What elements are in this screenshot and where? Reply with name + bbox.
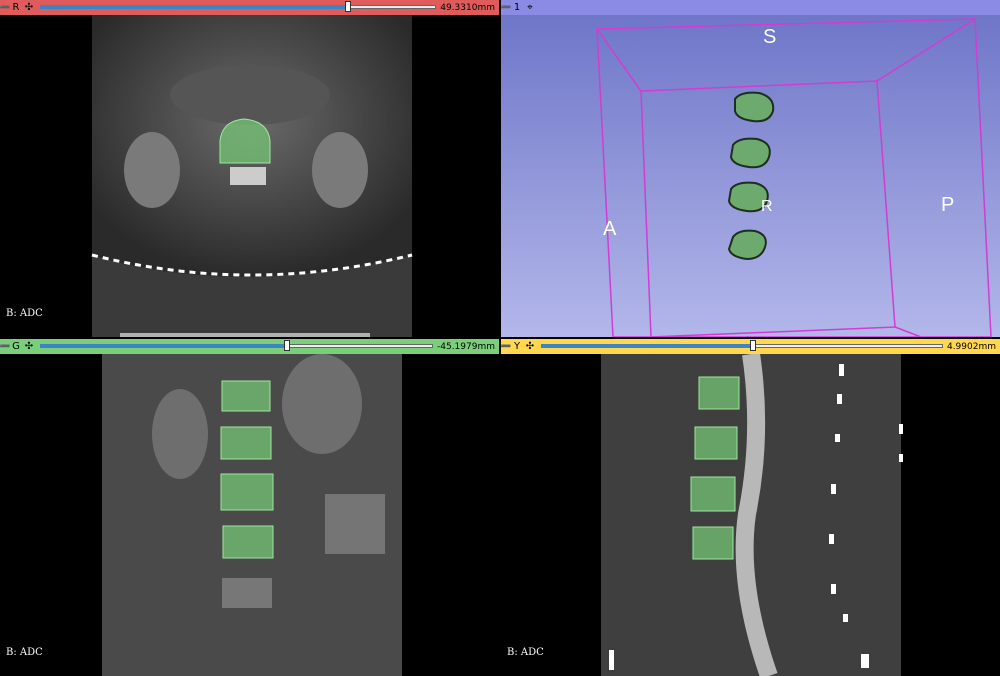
orientation-anterior: A xyxy=(603,218,617,240)
view-letter: 1 xyxy=(513,2,521,13)
slice-offset-slider[interactable] xyxy=(40,0,437,15)
orientation-posterior: P xyxy=(941,194,955,216)
link-icon[interactable]: ✣ xyxy=(22,0,36,15)
vertebra-models xyxy=(727,91,775,261)
pin-icon[interactable]: ➖ xyxy=(0,0,11,15)
link-icon[interactable]: ✣ xyxy=(523,339,537,354)
yellow-view-controller: ➖ Y ✣ 4.9902mm xyxy=(501,339,1000,354)
axial-image[interactable] xyxy=(0,15,499,337)
green-slice-view[interactable]: ➖ G ✣ -45.1979mm B: ADC xyxy=(0,339,499,676)
volume-label: B: ADC xyxy=(6,647,43,658)
view-letter: R xyxy=(12,2,20,13)
slice-offset-value: 4.9902mm xyxy=(946,341,996,352)
pin-icon[interactable]: ➖ xyxy=(0,339,11,354)
vertebra-segmentation xyxy=(219,118,271,164)
slice-offset-slider[interactable] xyxy=(40,339,433,354)
threed-view[interactable]: ➖ 1 ⌖ S A P R xyxy=(501,0,1000,337)
volume-label: B: ADC xyxy=(6,308,43,319)
threed-view-controller: ➖ 1 ⌖ xyxy=(501,0,1000,15)
sagittal-image[interactable] xyxy=(501,352,1000,676)
red-slice-view[interactable]: ➖ R ✣ 49.3310mm B: ADC xyxy=(0,0,499,337)
yellow-slice-view[interactable]: ➖ Y ✣ 4.9902mm B: ADC xyxy=(501,339,1000,676)
orientation-superior: S xyxy=(763,26,777,48)
red-view-controller: ➖ R ✣ 49.3310mm xyxy=(0,0,499,15)
coronal-image[interactable] xyxy=(0,354,499,676)
orientation-right: R xyxy=(761,198,773,215)
pin-icon[interactable]: ➖ xyxy=(501,339,512,354)
view-letter: Y xyxy=(513,341,521,352)
pin-icon[interactable]: ➖ xyxy=(501,0,512,15)
slice-offset-value: -45.1979mm xyxy=(437,341,495,352)
threed-render[interactable] xyxy=(501,15,1000,337)
view-letter: G xyxy=(12,341,20,352)
crosshair-icon[interactable]: ⌖ xyxy=(523,0,537,15)
slice-offset-slider[interactable] xyxy=(541,339,943,354)
volume-label: B: ADC xyxy=(507,647,544,658)
slice-offset-value: 49.3310mm xyxy=(440,2,495,13)
link-icon[interactable]: ✣ xyxy=(22,339,36,354)
green-view-controller: ➖ G ✣ -45.1979mm xyxy=(0,339,499,354)
